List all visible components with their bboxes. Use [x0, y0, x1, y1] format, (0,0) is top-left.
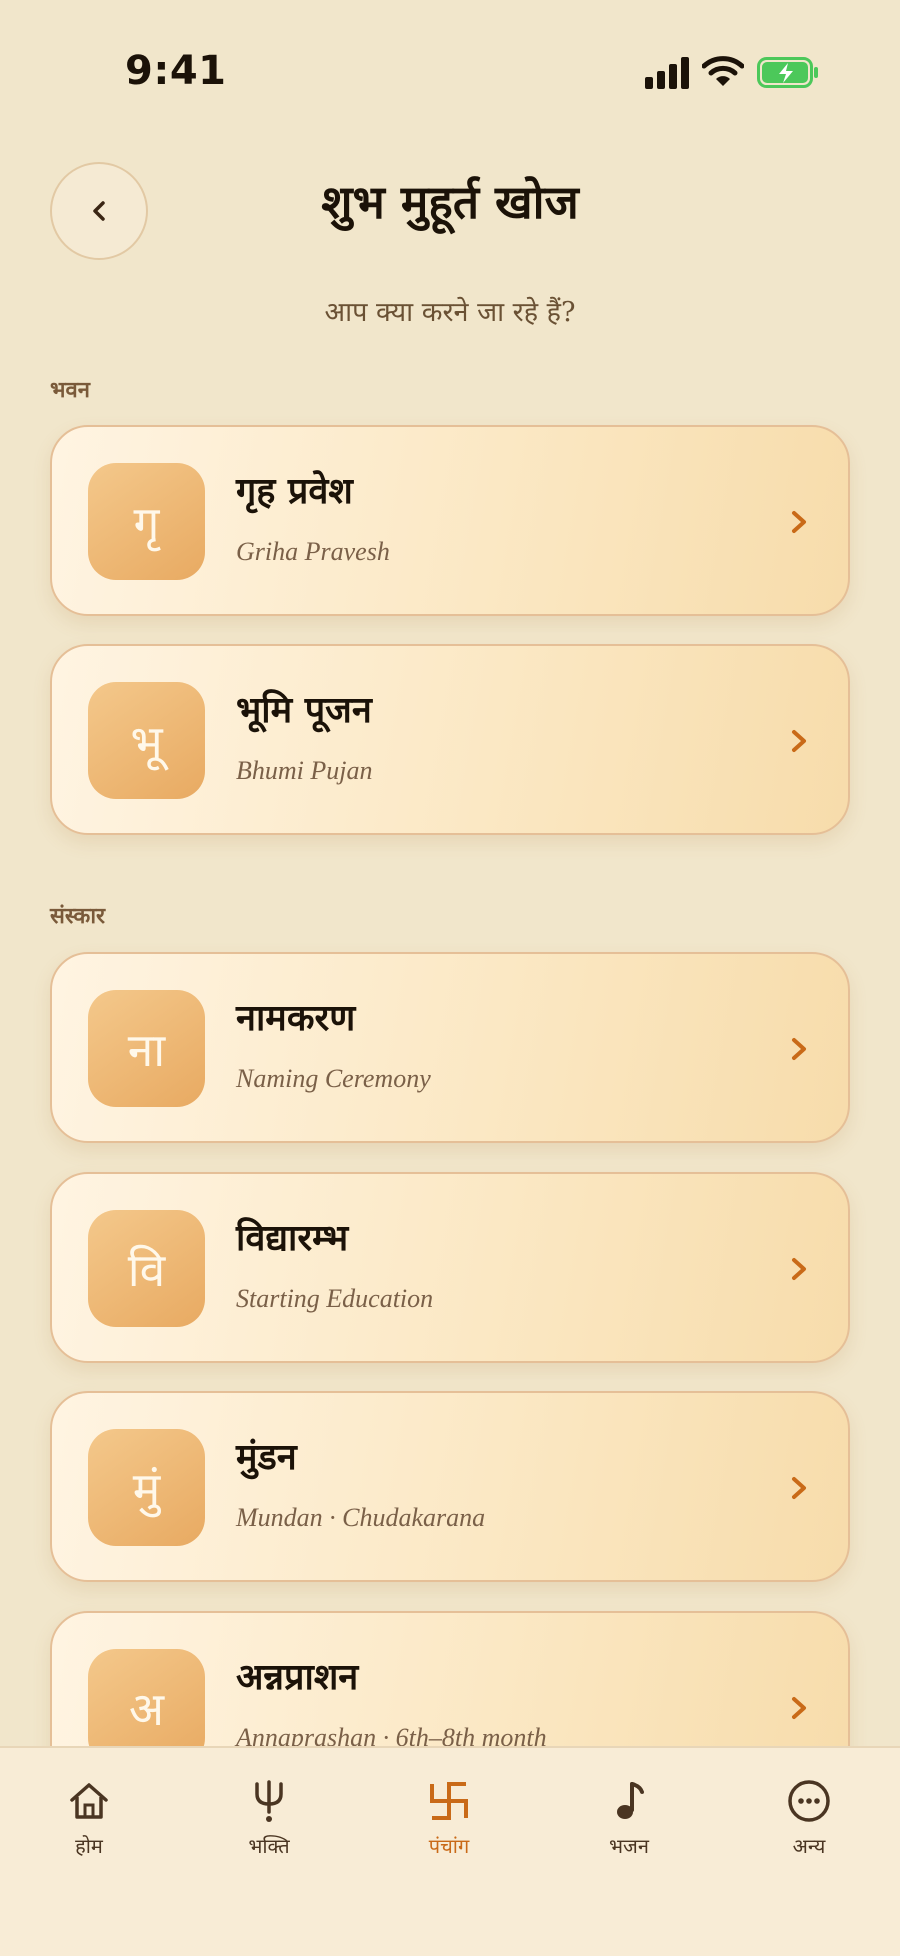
chevron-right-icon — [792, 1258, 806, 1280]
muhurat-card-griha-pravesh[interactable]: गृ गृह प्रवेश Griha Pravesh — [50, 425, 850, 616]
card-glyph-icon: ना — [88, 990, 205, 1107]
music-note-icon — [617, 1782, 644, 1819]
tab-label: भजन — [609, 1834, 649, 1858]
card-title: अन्नप्राशन — [236, 1656, 359, 1698]
card-title: मुंडन — [236, 1436, 297, 1478]
chevron-right-icon — [792, 730, 806, 752]
more-icon — [788, 1780, 830, 1822]
chevron-right-icon — [792, 1697, 806, 1719]
section-label-sanskar: संस्कार — [50, 903, 106, 929]
card-subtitle: Bhumi Pujan — [236, 756, 373, 785]
tab-label: होम — [75, 1834, 103, 1858]
tab-label: अन्य — [792, 1834, 826, 1858]
muhurat-card-namkaran[interactable]: ना नामकरण Naming Ceremony — [50, 952, 850, 1143]
tab-panchang[interactable]: पंचांग — [384, 1778, 514, 1859]
tab-bhakti[interactable]: भक्ति — [204, 1778, 334, 1859]
chevron-right-icon — [792, 1038, 806, 1060]
muhurat-card-mundan[interactable]: मुं मुंडन Mundan · Chudakarana — [50, 1391, 850, 1582]
card-glyph-icon: भू — [88, 682, 205, 799]
chevron-right-icon — [792, 511, 806, 533]
card-subtitle: Mundan · Chudakarana — [236, 1503, 486, 1532]
card-title: गृह प्रवेश — [236, 470, 353, 512]
home-icon — [70, 1783, 108, 1819]
card-glyph-icon: गृ — [88, 463, 205, 580]
tab-home[interactable]: होम — [24, 1778, 154, 1859]
swastika-icon — [430, 1782, 468, 1820]
wifi-icon — [702, 56, 744, 86]
status-time: 9:41 — [125, 48, 227, 94]
tab-label: पंचांग — [428, 1834, 470, 1858]
card-subtitle: Naming Ceremony — [236, 1064, 431, 1093]
muhurat-card-vidyarambh[interactable]: वि विद्यारम्भ Starting Education — [50, 1172, 850, 1363]
card-title: भूमि पूजन — [236, 689, 372, 731]
card-title: विद्यारम्भ — [236, 1217, 349, 1259]
card-title: नामकरण — [236, 997, 356, 1039]
card-glyph-icon: मुं — [88, 1429, 205, 1546]
status-bar: 9:41 — [0, 0, 900, 150]
battery-icon — [757, 57, 818, 88]
page-subtitle: आप क्या करने जा रहे हैं? — [324, 297, 576, 328]
cellular-signal-icon — [645, 57, 690, 89]
tab-more[interactable]: अन्य — [744, 1778, 874, 1859]
card-subtitle: Starting Education — [236, 1284, 434, 1313]
page-title: शुभ मुहूर्त खोज — [321, 175, 579, 229]
trishul-icon — [255, 1780, 283, 1822]
muhurat-card-bhumi-pujan[interactable]: भू भूमि पूजन Bhumi Pujan — [50, 644, 850, 835]
card-subtitle: Griha Pravesh — [236, 537, 390, 566]
tab-bhajan[interactable]: भजन — [564, 1778, 694, 1859]
card-glyph-icon: वि — [88, 1210, 205, 1327]
chevron-right-icon — [792, 1477, 806, 1499]
tab-label: भक्ति — [248, 1834, 290, 1858]
bottom-tab-bar: होम भक्ति पंचांग भजन अन्य — [0, 1746, 900, 1956]
section-label-bhavan: भवन — [50, 377, 90, 403]
